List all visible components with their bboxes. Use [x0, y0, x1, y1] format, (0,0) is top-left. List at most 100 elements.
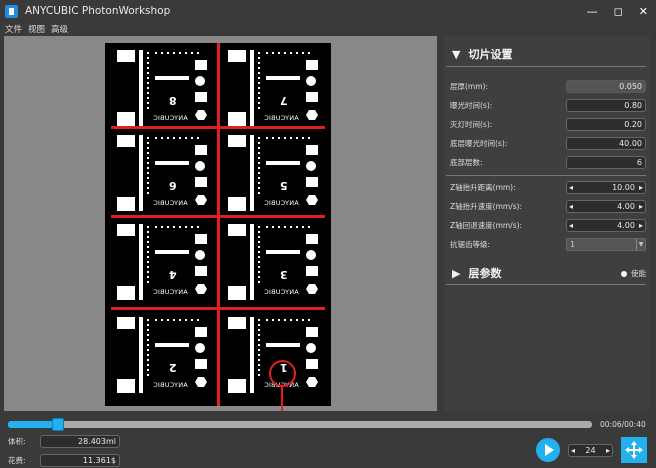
dot-row: [155, 319, 203, 321]
dot-row: [266, 52, 314, 54]
square-feature: [228, 224, 246, 236]
brand-mirror-text: ANYCUBIC: [153, 114, 188, 122]
dot-row: [155, 52, 203, 54]
field-label: 底部层数:: [450, 157, 483, 167]
bar-feature: [266, 76, 300, 80]
move-arrows-icon: [625, 441, 643, 459]
bar-feature: [155, 161, 189, 165]
divider-horizontal-3: [111, 307, 325, 310]
square-feature: [195, 60, 207, 70]
pillar-feature: [250, 224, 254, 300]
exposure-time-input[interactable]: 0.80: [566, 98, 646, 112]
square-feature: [228, 286, 246, 300]
increment-arrow-icon[interactable]: ▸: [639, 221, 643, 230]
bottom-exposure-input[interactable]: 40.00: [566, 136, 646, 150]
test-cell: 5 ANYCUBIC: [222, 131, 322, 215]
move-arrows-button[interactable]: [621, 437, 647, 463]
radio-dot-icon: [621, 270, 627, 277]
layer-slider-fill: [8, 421, 58, 428]
increment-arrow-icon[interactable]: ▸: [639, 183, 643, 192]
brand-mirror-text: ANYCUBIC: [153, 381, 188, 389]
separator: [446, 284, 646, 285]
layer-thickness-input[interactable]: 0.050: [566, 79, 646, 93]
brand-mirror-text: ANYCUBIC: [153, 288, 188, 296]
slice-settings-header[interactable]: ▼ 切片设置: [452, 46, 512, 62]
layer-thickness-row: 层厚(mm): 0.050: [450, 79, 646, 93]
bar-feature: [266, 343, 300, 347]
cost-row: 花费: 11.361$: [8, 454, 120, 467]
app-logo-icon: [5, 4, 18, 18]
hex-feature: [306, 195, 318, 205]
menu-advanced[interactable]: 高级: [51, 23, 68, 35]
bar-feature: [155, 76, 189, 80]
bottom-layers-input[interactable]: 6: [566, 155, 646, 169]
pillar-feature: [139, 50, 143, 126]
hex-feature: [306, 110, 318, 120]
lift-distance-spinbox[interactable]: ◂ 10.00 ▸: [566, 180, 646, 194]
volume-value: 28.403ml: [40, 435, 120, 448]
layer-slider[interactable]: [8, 418, 592, 431]
speed-spinbox[interactable]: ◂ 24 ▸: [568, 444, 613, 457]
hex-feature: [306, 284, 318, 294]
pillar-feature: [139, 135, 143, 211]
square-feature: [228, 317, 246, 329]
test-cell: 7 ANYCUBIC: [222, 46, 322, 130]
close-button[interactable]: ✕: [639, 5, 648, 18]
increment-arrow-icon[interactable]: ▸: [606, 446, 610, 455]
divider-horizontal-2: [111, 215, 325, 218]
test-cell: 1 ANYCUBIC: [222, 313, 322, 397]
layer-slider-thumb[interactable]: [51, 418, 64, 431]
antialias-select[interactable]: 1 ▼: [566, 237, 646, 251]
square-feature: [195, 177, 207, 187]
field-label: 曝光时间(s):: [450, 100, 493, 110]
light-off-time-input[interactable]: 0.20: [566, 117, 646, 131]
enable-toggle[interactable]: 使能: [621, 268, 646, 279]
dot-row: [155, 137, 203, 139]
spin-value: 10.00: [612, 182, 635, 192]
maximize-button[interactable]: ◻: [614, 5, 623, 18]
dot-row: [266, 319, 314, 321]
decrement-arrow-icon[interactable]: ◂: [571, 446, 575, 455]
dot-column: [258, 137, 260, 197]
pillar-feature: [250, 50, 254, 126]
square-feature: [306, 266, 318, 276]
speed-value: 24: [585, 446, 596, 455]
bar-feature: [266, 161, 300, 165]
bar-feature: [155, 250, 189, 254]
play-button[interactable]: [536, 438, 560, 462]
square-feature: [117, 224, 135, 236]
menu-view[interactable]: 视图: [28, 23, 45, 35]
bar-feature: [266, 250, 300, 254]
divider-horizontal-1: [111, 126, 325, 129]
decrement-arrow-icon[interactable]: ◂: [569, 202, 573, 211]
decrement-arrow-icon[interactable]: ◂: [569, 221, 573, 230]
expand-triangle-icon: ▶: [452, 266, 461, 280]
square-feature: [195, 266, 207, 276]
cost-value: 11.361$: [40, 454, 120, 467]
square-feature: [306, 145, 318, 155]
dot-row: [266, 226, 314, 228]
circle-feature: [306, 76, 316, 86]
circle-feature: [306, 343, 316, 353]
test-cell: 8 ANYCUBIC: [111, 46, 211, 130]
layer-params-header[interactable]: ▶ 层参数: [452, 265, 501, 281]
cell-number: 5: [280, 179, 288, 192]
volume-label: 体积:: [8, 437, 26, 446]
brand-mirror-text: ANYCUBIC: [264, 199, 299, 207]
field-label: Z轴抬升速度(mm/s):: [450, 201, 523, 211]
lift-speed-spinbox[interactable]: ◂ 4.00 ▸: [566, 199, 646, 213]
field-label: 底层曝光时间(s):: [450, 138, 508, 148]
minimize-button[interactable]: —: [587, 5, 598, 18]
light-off-time-row: 灭灯时间(s): 0.20: [450, 117, 646, 131]
menu-file[interactable]: 文件: [5, 23, 22, 35]
increment-arrow-icon[interactable]: ▸: [639, 202, 643, 211]
decrement-arrow-icon[interactable]: ◂: [569, 183, 573, 192]
retract-speed-spinbox[interactable]: ◂ 4.00 ▸: [566, 218, 646, 232]
square-feature: [228, 135, 246, 147]
layer-params-title: 层参数: [468, 267, 502, 280]
dot-row: [155, 226, 203, 228]
hex-feature: [195, 377, 207, 387]
square-feature: [306, 177, 318, 187]
dot-column: [147, 226, 149, 286]
hex-feature: [195, 195, 207, 205]
